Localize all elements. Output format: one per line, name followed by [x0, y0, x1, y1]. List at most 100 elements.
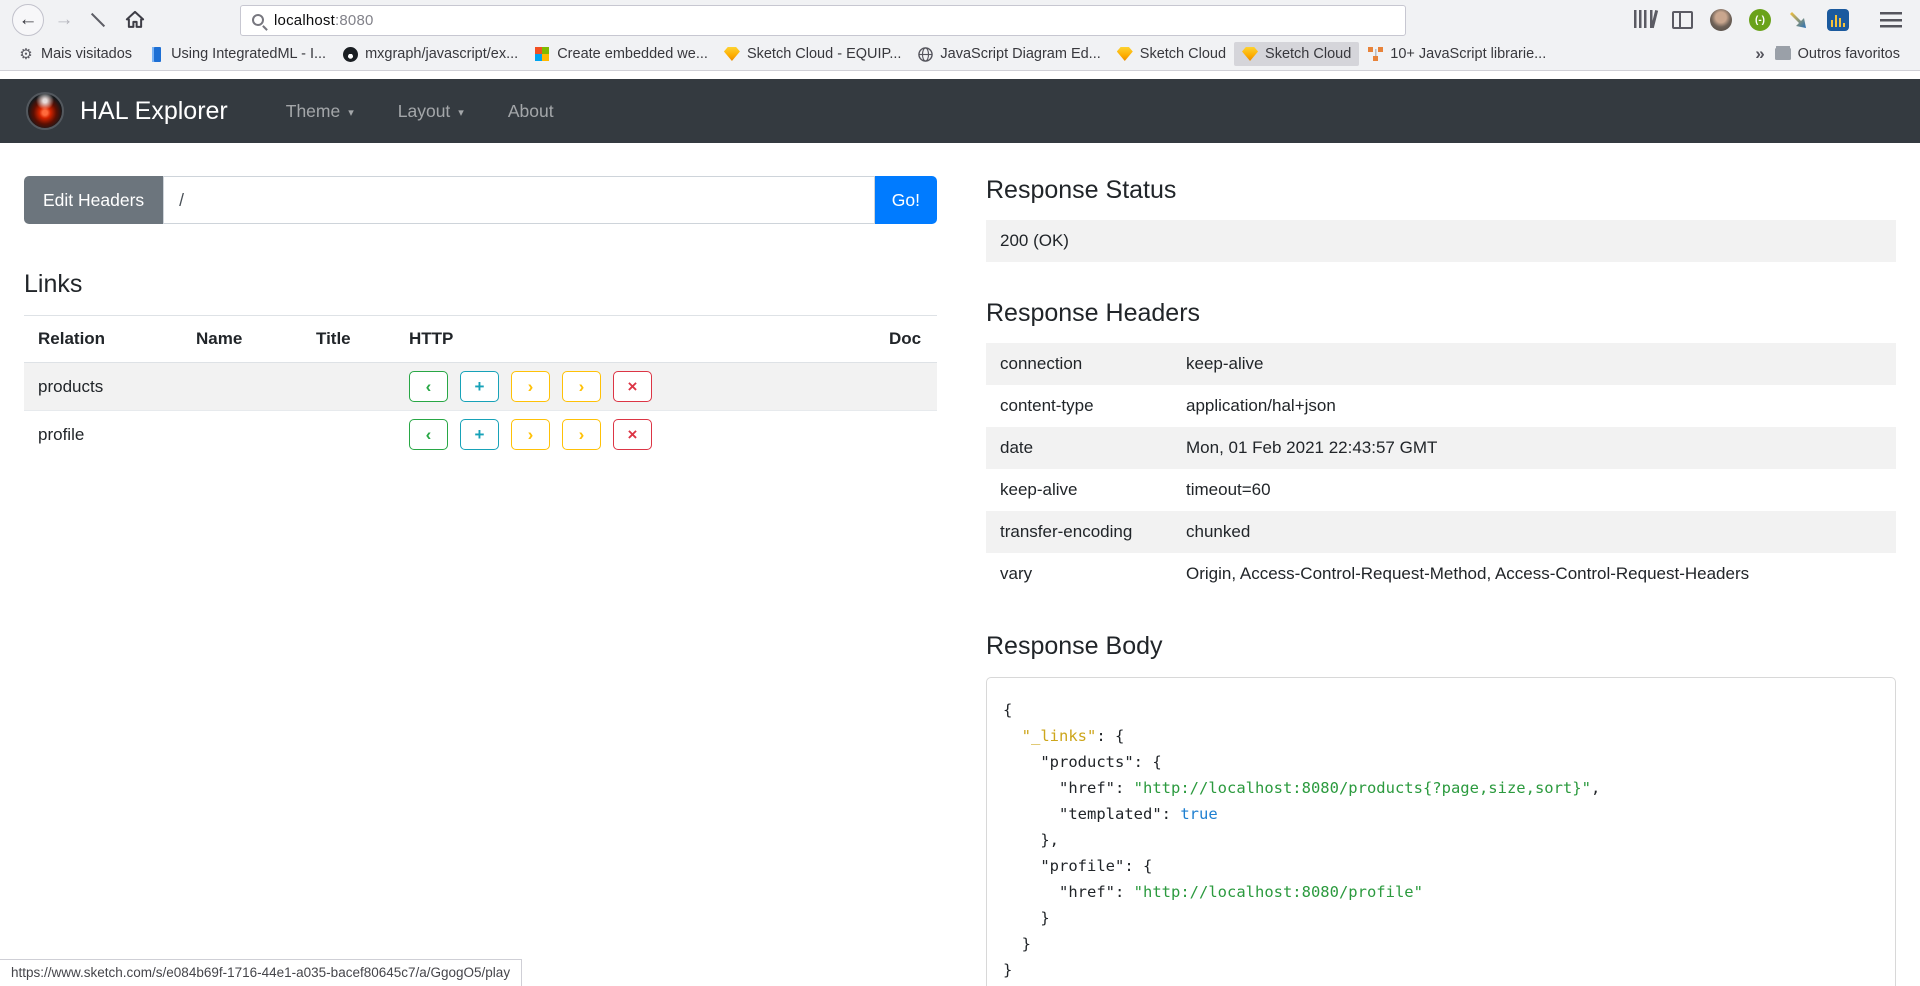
back-button[interactable]: ← [12, 4, 44, 36]
bookmark[interactable]: Using IntegratedML - I... [140, 42, 334, 66]
hal9000-logo-icon [26, 92, 64, 130]
response-headers-table: connectionkeep-alivecontent-typeapplicat… [986, 343, 1896, 595]
response-header-row: content-typeapplication/hal+json [986, 385, 1896, 427]
microsoft-icon [534, 46, 550, 62]
other-favorites-button[interactable]: Outros favoritos [1775, 46, 1908, 62]
github-icon [342, 46, 358, 62]
response-header-row: dateMon, 01 Feb 2021 22:43:57 GMT [986, 427, 1896, 469]
get-button[interactable]: ‹ [409, 371, 448, 402]
patch-button[interactable]: › [562, 419, 601, 450]
bookmark[interactable]: mxgraph/javascript/ex... [334, 42, 526, 66]
response-headers-title: Response Headers [986, 299, 1896, 328]
gear-icon: ⚙ [18, 46, 34, 62]
nodes-icon [1367, 46, 1383, 62]
bookmark-label: Create embedded we... [557, 46, 708, 62]
relation-cell: products [24, 363, 182, 411]
header-key: vary [986, 553, 1172, 595]
response-header-row: keep-alivetimeout=60 [986, 469, 1896, 511]
bookmark-label: mxgraph/javascript/ex... [365, 46, 518, 62]
header-value: chunked [1172, 511, 1896, 553]
navbar-menu: Theme▾ Layout▾ About [286, 101, 554, 122]
sketch-icon [1242, 46, 1258, 62]
uri-input[interactable] [163, 176, 875, 224]
header-value: application/hal+json [1172, 385, 1896, 427]
chevron-down-icon: ▾ [458, 106, 464, 119]
home-button[interactable] [120, 5, 150, 35]
post-button[interactable]: + [460, 371, 499, 402]
reload-button[interactable] [84, 6, 112, 34]
response-status-title: Response Status [986, 176, 1896, 205]
sidebar-toggle-icon[interactable] [1672, 11, 1693, 29]
code-line: } [1003, 905, 1879, 931]
response-header-row: varyOrigin, Access-Control-Request-Metho… [986, 553, 1896, 595]
bookmark[interactable]: Create embedded we... [526, 42, 716, 66]
code-line: } [1003, 931, 1879, 957]
response-status-value: 200 (OK) [986, 220, 1896, 262]
bookmark-label: 10+ JavaScript librarie... [1390, 46, 1546, 62]
address-bar[interactable]: localhost:8080 [240, 5, 1406, 36]
extension-chart-icon[interactable] [1827, 9, 1849, 31]
bookmark[interactable]: JavaScript Diagram Ed... [909, 42, 1108, 66]
bookmark[interactable]: Sketch Cloud [1234, 42, 1359, 66]
bookmarks-bar: ⚙ Mais visitados Using IntegratedML - I...… [0, 40, 1920, 70]
home-icon [125, 10, 145, 30]
bookmark-label: Using IntegratedML - I... [171, 46, 326, 62]
forward-button[interactable]: → [50, 6, 78, 34]
code-line: "profile": { [1003, 853, 1879, 879]
delete-button[interactable]: × [613, 371, 652, 402]
get-button[interactable]: ‹ [409, 419, 448, 450]
extension-json-icon[interactable]: (-) [1749, 9, 1771, 31]
bookmark[interactable]: 10+ JavaScript librarie... [1359, 42, 1554, 66]
header-value: timeout=60 [1172, 469, 1896, 511]
doc-cell [875, 411, 937, 459]
chrome-page-gap [0, 71, 1920, 79]
arrow-down-right-icon [1788, 9, 1810, 31]
globe-icon [917, 46, 933, 62]
put-button[interactable]: › [511, 371, 550, 402]
menu-button[interactable] [1880, 12, 1902, 28]
relation-cell: profile [24, 411, 182, 459]
header-key: transfer-encoding [986, 511, 1172, 553]
response-status-row: 200 (OK) [986, 220, 1896, 262]
patch-button[interactable]: › [562, 371, 601, 402]
code-line: "href": "http://localhost:8080/profile" [1003, 879, 1879, 905]
column-title: Title [302, 316, 395, 363]
request-bar: Edit Headers Go! [24, 176, 937, 224]
toolbar-right: (-) [1633, 9, 1908, 31]
extension-arrow-icon[interactable] [1788, 9, 1810, 31]
nav-item-about[interactable]: About [508, 101, 554, 122]
bookmark-label: Mais visitados [41, 46, 132, 62]
header-value: keep-alive [1172, 343, 1896, 385]
library-icon[interactable] [1633, 10, 1655, 30]
code-line: }, [1003, 827, 1879, 853]
delete-button[interactable]: × [613, 419, 652, 450]
main-content: Edit Headers Go! Links Relation Name Tit… [0, 143, 1920, 986]
response-header-row: connectionkeep-alive [986, 343, 1896, 385]
bookmark-label: JavaScript Diagram Ed... [940, 46, 1100, 62]
brand-title[interactable]: HAL Explorer [80, 97, 228, 126]
link-row-products: products ‹ + › › × [24, 363, 937, 411]
post-button[interactable]: + [460, 419, 499, 450]
edit-headers-button[interactable]: Edit Headers [24, 176, 163, 224]
nav-item-theme[interactable]: Theme▾ [286, 101, 354, 122]
bookmark[interactable]: Sketch Cloud - EQUIP... [716, 42, 909, 66]
blue-doc-icon [148, 46, 164, 62]
nav-item-layout[interactable]: Layout▾ [398, 101, 464, 122]
bookmarks-overflow-button[interactable]: » [1745, 44, 1774, 64]
right-column: Response Status 200 (OK) Response Header… [986, 176, 1896, 986]
account-avatar[interactable] [1710, 9, 1732, 31]
doc-cell [875, 363, 937, 411]
header-key: connection [986, 343, 1172, 385]
bookmark-label: Sketch Cloud - EQUIP... [747, 46, 901, 62]
chevron-down-icon: ▾ [348, 106, 354, 119]
http-cell: ‹ + › › × [395, 363, 875, 411]
go-button[interactable]: Go! [875, 176, 937, 224]
column-http: HTTP [395, 316, 875, 363]
bookmark[interactable]: Sketch Cloud [1109, 42, 1234, 66]
name-cell [182, 411, 302, 459]
title-cell [302, 363, 395, 411]
links-section-title: Links [24, 270, 937, 299]
bookmark[interactable]: ⚙ Mais visitados [10, 42, 140, 66]
put-button[interactable]: › [511, 419, 550, 450]
header-key: date [986, 427, 1172, 469]
